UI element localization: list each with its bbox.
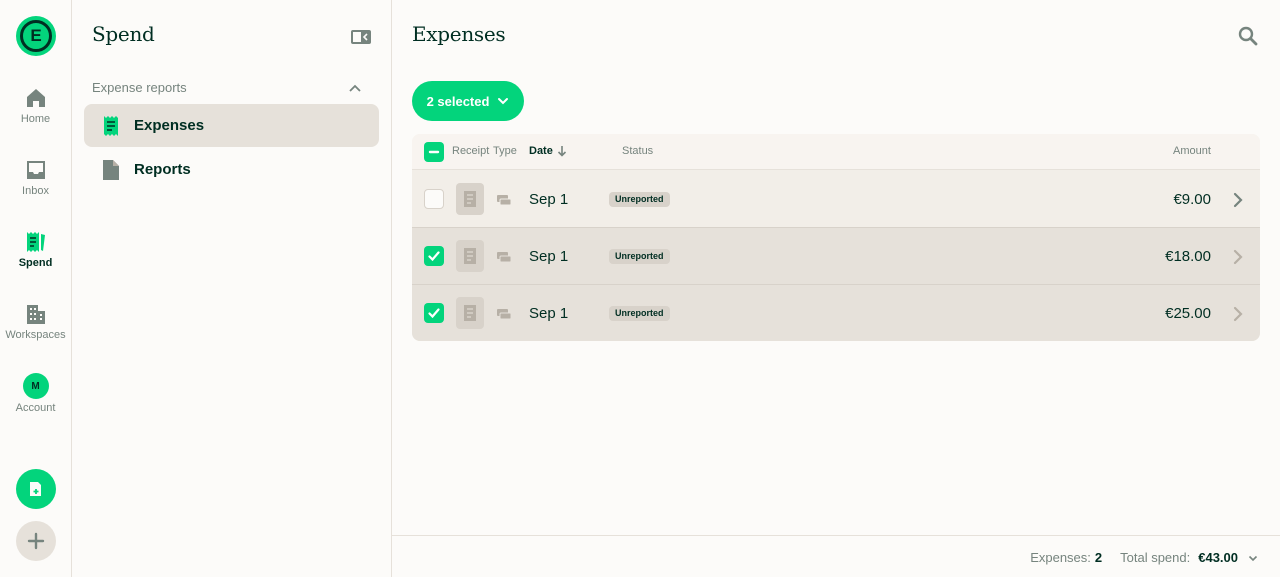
- row-amount: €9.00: [1173, 191, 1211, 208]
- new-receipt-icon: [30, 482, 41, 496]
- expense-reports-section[interactable]: Expense reports: [92, 80, 362, 95]
- totals-summary[interactable]: Expenses: 2 Total spend: €43.00: [1030, 550, 1258, 565]
- expenses-count-label: Expenses:: [1030, 550, 1091, 565]
- receipt-icon: [464, 191, 476, 207]
- receipt-thumbnail[interactable]: [456, 240, 484, 272]
- sidebar-item-label: Reports: [134, 161, 191, 178]
- rail-item-spend[interactable]: Spend: [0, 230, 71, 269]
- sidebar-item-label: Expenses: [134, 117, 205, 134]
- arrow-down-icon: [557, 146, 566, 157]
- rail-item-inbox[interactable]: Inbox: [0, 158, 71, 197]
- main-content: Expenses 2 selected Receipt Type Date St…: [392, 0, 1280, 577]
- search-icon: [1238, 26, 1258, 46]
- chevron-right-icon[interactable]: [1232, 192, 1244, 208]
- receipt-thumbnail[interactable]: [456, 297, 484, 329]
- rail-label-inbox: Inbox: [22, 185, 49, 197]
- column-amount: Amount: [1173, 145, 1211, 157]
- add-button[interactable]: [16, 521, 56, 561]
- cash-icon: [497, 195, 512, 206]
- table-row[interactable]: Sep 1 Unreported €18.00: [412, 228, 1260, 285]
- rail-item-home[interactable]: Home: [0, 86, 71, 125]
- rail-label-account: Account: [15, 402, 56, 414]
- expenses-count: 2: [1094, 550, 1103, 565]
- rail-label-workspaces: Workspaces: [5, 329, 66, 341]
- row-amount: €25.00: [1165, 305, 1211, 322]
- section-label: Expense reports: [92, 80, 187, 95]
- table-header: Receipt Type Date Status Amount: [412, 134, 1260, 170]
- receipt-icon: [464, 305, 476, 321]
- rail-item-workspaces[interactable]: Workspaces: [0, 302, 71, 341]
- total-spend-value: €43.00: [1198, 550, 1238, 565]
- sidebar-title: Spend: [92, 22, 155, 46]
- collapse-sidebar-icon: [351, 30, 371, 44]
- expensify-logo[interactable]: E: [16, 16, 56, 56]
- chevron-right-icon[interactable]: [1232, 249, 1244, 265]
- rail-label-home: Home: [20, 113, 51, 125]
- status-badge: Unreported: [609, 306, 670, 321]
- status-badge: Unreported: [609, 249, 670, 264]
- row-date: Sep 1: [529, 305, 569, 322]
- totals-footer: Expenses: 2 Total spend: €43.00: [392, 535, 1280, 577]
- row-amount: €18.00: [1165, 248, 1211, 265]
- indeterminate-icon: [428, 150, 440, 154]
- select-all-checkbox[interactable]: [424, 142, 444, 162]
- rail-label-spend: Spend: [18, 257, 53, 269]
- page-title: Expenses: [412, 22, 506, 46]
- receipt-thumbnail[interactable]: [456, 183, 484, 215]
- column-receipt: Receipt: [452, 145, 490, 157]
- column-date[interactable]: Date: [529, 145, 567, 157]
- status-badge: Unreported: [609, 192, 670, 207]
- checkmark-icon: [428, 251, 440, 262]
- receipt-icon: [26, 232, 45, 252]
- plus-icon: [27, 532, 45, 550]
- cash-icon: [497, 309, 512, 320]
- sidebar-item-reports[interactable]: Reports: [84, 148, 379, 191]
- column-type: Type: [493, 145, 517, 157]
- row-date: Sep 1: [529, 191, 569, 208]
- checkmark-icon: [428, 308, 440, 319]
- selection-dropdown-button[interactable]: 2 selected: [412, 81, 524, 121]
- chevron-right-icon[interactable]: [1232, 306, 1244, 322]
- row-date: Sep 1: [529, 248, 569, 265]
- collapse-sidebar-button[interactable]: [350, 28, 372, 51]
- table-row[interactable]: Sep 1 Unreported €25.00: [412, 285, 1260, 341]
- document-icon: [103, 159, 119, 180]
- home-icon: [26, 89, 45, 107]
- rail-item-account[interactable]: M Account: [0, 373, 71, 414]
- row-checkbox[interactable]: [424, 303, 444, 323]
- spend-sidebar: Spend Expense reports Expenses Reports: [72, 0, 392, 577]
- table-row[interactable]: Sep 1 Unreported €9.00: [412, 171, 1260, 228]
- sidebar-item-expenses[interactable]: Expenses: [84, 104, 379, 147]
- logo-letter: E: [20, 20, 52, 52]
- column-status: Status: [622, 145, 654, 157]
- cash-icon: [497, 252, 512, 263]
- chevron-down-icon: [498, 98, 509, 105]
- left-rail: E Home Inbox Spend Workspaces M Account: [0, 0, 72, 577]
- chevron-down-icon: [1248, 555, 1258, 561]
- selection-label: 2 selected: [426, 93, 490, 109]
- new-expense-button[interactable]: [16, 469, 56, 509]
- row-checkbox[interactable]: [424, 246, 444, 266]
- row-checkbox[interactable]: [424, 189, 444, 209]
- total-spend-label: Total spend:: [1120, 550, 1191, 565]
- building-icon: [26, 305, 45, 324]
- chevron-up-icon: [349, 84, 361, 92]
- inbox-icon: [26, 161, 45, 179]
- expenses-table: Receipt Type Date Status Amount Sep 1 Un…: [412, 134, 1260, 341]
- receipt-icon: [464, 248, 476, 264]
- avatar: M: [22, 373, 49, 399]
- search-button[interactable]: [1238, 26, 1258, 51]
- column-date-label: Date: [529, 145, 553, 157]
- receipt-icon: [104, 115, 118, 136]
